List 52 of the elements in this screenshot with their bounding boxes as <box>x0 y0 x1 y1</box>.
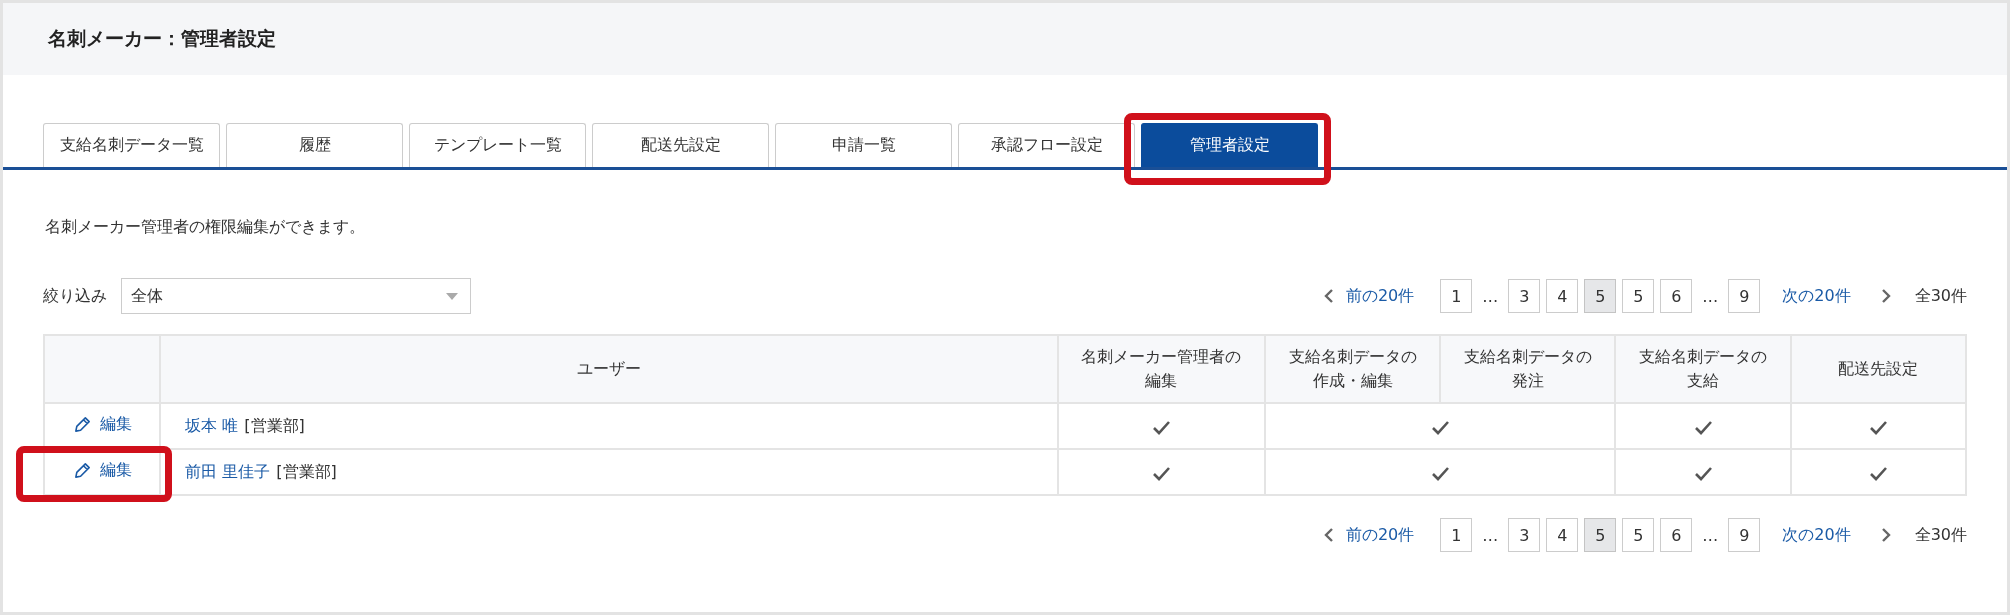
filter-label: 絞り込み <box>43 285 107 307</box>
pencil-icon <box>72 415 92 434</box>
user-name-link[interactable]: 前田 里佳子 <box>185 461 271 481</box>
previous-page-link[interactable]: 前の20件 <box>1345 524 1415 546</box>
filter-dropdown[interactable]: 全体 <box>121 278 471 314</box>
column-header: 支給名刺データの作成・編集 <box>1264 335 1441 403</box>
ellipsis-text: … <box>1701 286 1720 306</box>
chevron-right-icon <box>1880 527 1891 543</box>
page-button[interactable]: 9 <box>1728 518 1761 552</box>
page-button[interactable]: 3 <box>1508 279 1541 313</box>
department-text: [営業部] <box>244 415 305 435</box>
tab[interactable]: 配送先設定 <box>592 123 769 167</box>
page-button[interactable]: 5 <box>1584 279 1617 313</box>
column-header: 支給名刺データの支給 <box>1615 335 1791 403</box>
page-button[interactable]: 6 <box>1660 279 1693 313</box>
tab[interactable]: 履歴 <box>226 123 403 167</box>
column-header: 名刺メーカー管理者の編集 <box>1057 335 1265 403</box>
page-button[interactable]: 5 <box>1622 279 1655 313</box>
tab[interactable]: 管理者設定 <box>1141 123 1318 167</box>
total-count-text: 全30件 <box>1914 524 1967 546</box>
tab[interactable]: 申請一覧 <box>775 123 952 167</box>
ellipsis-text: … <box>1481 286 1500 306</box>
next-page-link[interactable]: 次の20件 <box>1782 285 1851 307</box>
previous-page-link[interactable]: 前の20件 <box>1345 285 1415 307</box>
chevron-right-icon <box>1880 288 1891 304</box>
chevron-left-icon <box>1323 527 1334 543</box>
department-text: [営業部] <box>276 461 337 481</box>
tab[interactable]: 承認フロー設定 <box>958 123 1135 167</box>
page-button[interactable]: 3 <box>1508 518 1541 552</box>
column-header: 配送先設定 <box>1790 335 1966 403</box>
page-button[interactable]: 5 <box>1584 518 1617 552</box>
column-header: 支給名刺データの発注 <box>1440 335 1616 403</box>
ellipsis-text: … <box>1481 525 1500 545</box>
tab[interactable]: 支給名刺データ一覧 <box>43 123 220 167</box>
dropdown-caret-icon <box>446 292 458 300</box>
tab[interactable]: テンプレート一覧 <box>409 123 586 167</box>
page-button[interactable]: 4 <box>1546 279 1579 313</box>
page-button[interactable]: 1 <box>1440 518 1473 552</box>
ellipsis-text: … <box>1701 525 1720 545</box>
chevron-left-icon <box>1323 288 1334 304</box>
description-text: 名刺メーカー管理者の権限編集ができます。 <box>45 217 366 238</box>
page-button[interactable]: 5 <box>1622 518 1655 552</box>
pencil-icon <box>72 461 92 480</box>
page-button[interactable]: 9 <box>1728 279 1761 313</box>
page-button[interactable]: 1 <box>1440 279 1473 313</box>
page-button[interactable]: 6 <box>1660 518 1693 552</box>
column-header: ユーザー <box>160 335 1058 403</box>
page-title: 名刺メーカー：管理者設定 <box>48 26 276 51</box>
page-button[interactable]: 4 <box>1546 518 1579 552</box>
total-count-text: 全30件 <box>1914 285 1967 307</box>
user-name-link[interactable]: 坂本 唯 <box>185 415 239 435</box>
next-page-link[interactable]: 次の20件 <box>1782 524 1851 546</box>
